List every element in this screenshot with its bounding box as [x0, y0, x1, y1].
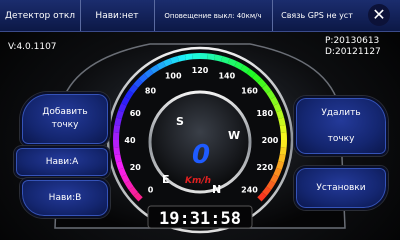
speed-arc-segment	[118, 167, 127, 177]
clock-display: 19:31:58	[159, 209, 241, 229]
compass-w: W	[228, 129, 240, 142]
speed-arc-segment	[133, 78, 143, 88]
delete-point-button[interactable]: Удалить точку	[294, 96, 388, 156]
speed-arc-segment	[262, 186, 272, 196]
speed-arc-segment	[121, 174, 130, 184]
speed-arc-segment	[128, 186, 138, 196]
speed-arc-segment	[270, 174, 279, 184]
speed-arc-segment	[170, 55, 180, 64]
delete-point-label-1: Удалить	[321, 107, 361, 118]
add-point-button[interactable]: Добавить точку	[20, 92, 110, 146]
compass-s: N	[212, 183, 221, 196]
speed-arc-segment	[234, 61, 244, 70]
speed-arc-segment	[278, 154, 286, 163]
add-point-label-1: Добавить	[42, 107, 88, 117]
speed-tick-label: 240	[241, 186, 258, 195]
speed-tick-label: 80	[145, 87, 157, 96]
speed-tick-label: 180	[256, 109, 273, 118]
speed-arc-segment	[138, 73, 148, 83]
speed-tick-label: 120	[192, 66, 209, 75]
speed-arc-segment	[124, 180, 134, 190]
speed-tick-label: 0	[148, 186, 154, 195]
speed-arc-segment	[266, 90, 276, 100]
speed-arc-segment	[184, 53, 193, 61]
speed-arc-segment	[156, 61, 166, 70]
speed-arc-segment	[163, 58, 173, 67]
speed-tick-label: 160	[241, 87, 258, 96]
speed-arc-segment	[257, 192, 267, 202]
speed-arc-segment	[144, 68, 154, 78]
speed-arc-segment	[177, 54, 186, 62]
add-point-label-2: точку	[51, 120, 79, 130]
speed-tick-label: 60	[130, 109, 142, 118]
speed-arc-segment	[257, 78, 267, 88]
speed-arc-segment	[220, 55, 230, 64]
speed-arc-segment	[115, 160, 124, 170]
speed-arc-segment	[240, 64, 250, 74]
settings-button[interactable]: Установки	[294, 166, 388, 210]
speed-tick-label: 20	[130, 163, 142, 172]
speed-arc-segment	[121, 96, 130, 106]
speed-arc-segment	[246, 68, 256, 78]
delete-point-label-2: точку	[327, 133, 355, 144]
speed-arc-segment	[118, 103, 127, 113]
speed-arc-segment	[278, 117, 286, 126]
speed-arc-segment	[252, 73, 262, 83]
speed-tick-label: 100	[165, 71, 182, 80]
speed-arc-segment	[128, 84, 138, 94]
speed-arc-segment	[114, 154, 122, 163]
speed-arc-segment	[270, 96, 279, 106]
speed-arc-segment	[273, 103, 282, 113]
speed-tick-label: 220	[256, 163, 273, 172]
speed-arc-segment	[266, 180, 276, 190]
speed-tick-label: 40	[124, 136, 136, 145]
speed-unit: Km/h	[185, 176, 211, 186]
speed-arc-segment	[227, 58, 237, 67]
speed-arc-segment	[262, 84, 272, 94]
speed-arc-segment	[124, 90, 134, 100]
navi-a-button[interactable]: Нави:A	[14, 146, 110, 178]
speed-arc-segment	[273, 167, 282, 177]
speed-arc-segment	[113, 147, 121, 156]
compass-e: E	[162, 173, 170, 186]
speed-tick-label: 140	[218, 71, 235, 80]
speed-arc-segment	[113, 124, 121, 133]
speed-value: 0	[192, 140, 210, 170]
speed-arc-segment	[115, 110, 124, 120]
speed-arc-segment	[214, 54, 223, 62]
speed-arc-segment	[207, 53, 216, 61]
speed-arc-segment	[276, 160, 285, 170]
speedometer-screen: Детектор откл Нави:нет Оповещение выкл: …	[0, 0, 400, 240]
speed-arc-segment	[133, 192, 143, 202]
speed-arc-segment	[150, 64, 160, 74]
speed-arc-segment	[276, 110, 285, 120]
speed-tick-label: 200	[262, 136, 279, 145]
compass-n: S	[176, 115, 184, 128]
speed-arc-segment	[114, 117, 122, 126]
speed-arc-segment	[279, 147, 287, 156]
speed-arc-segment	[279, 124, 287, 133]
navi-b-button[interactable]: Нави:B	[20, 178, 110, 218]
